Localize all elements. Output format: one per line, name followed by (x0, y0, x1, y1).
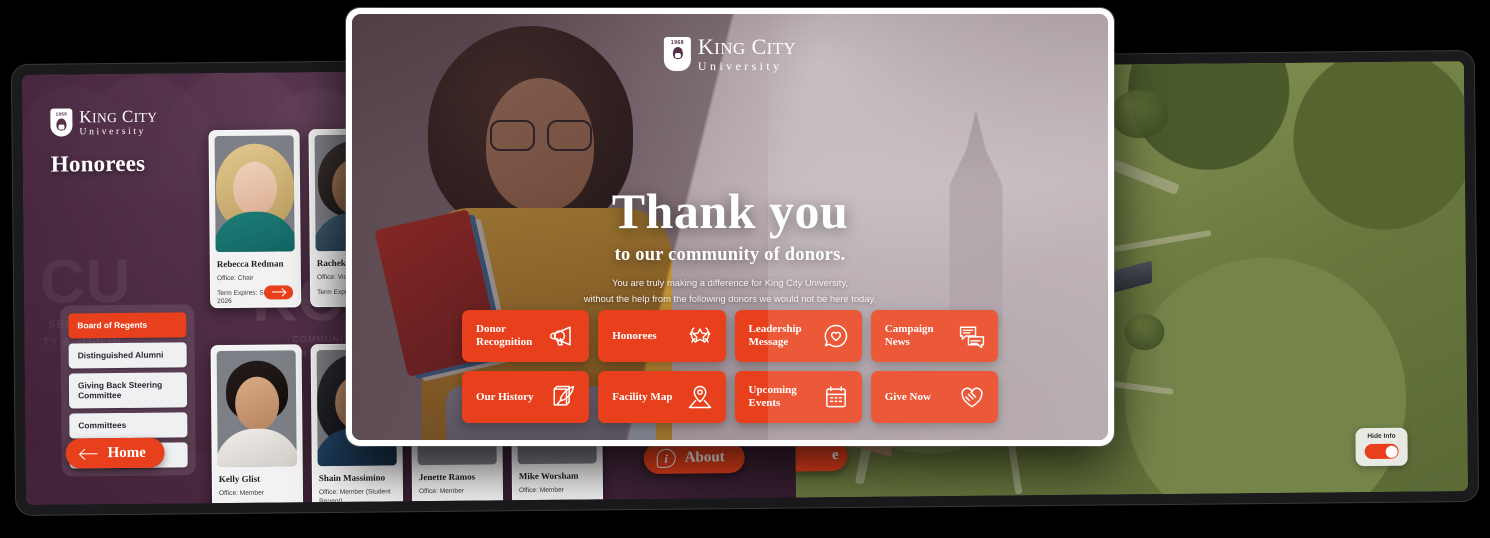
obscured-action-label: e (831, 447, 839, 464)
quill-book-icon (553, 385, 575, 406)
honoree-card[interactable]: Kelly Glist Office: Member Term Expires:… (210, 344, 304, 505)
laurel-star-icon (689, 327, 710, 343)
honorees-brand-logo[interactable]: 1968 KING CITY University (50, 106, 158, 138)
page-title: Honorees (50, 150, 146, 177)
screenshot-stage: CU KC SERVICE DAY TY & JOPLIN COMMUNIT I… (0, 0, 1490, 538)
button-our-history[interactable]: Our History (462, 371, 590, 423)
heart-speech-icon (824, 324, 847, 348)
sidebar-item-distinguished-alumni[interactable]: Distinguished Alumni (68, 342, 187, 368)
honoree-detail-button[interactable] (263, 285, 294, 300)
button-facility-map[interactable]: Facility Map (598, 371, 726, 423)
info-icon: i (656, 448, 676, 468)
toggle-knob (1385, 445, 1398, 458)
honoree-office: Office: Member (Student Regent) (318, 488, 391, 505)
button-label: Honorees (612, 329, 657, 342)
button-label: Upcoming Events (748, 384, 797, 409)
button-honorees[interactable]: Honorees (598, 310, 726, 362)
honoree-name: Shain Massimino (318, 472, 386, 484)
sidebar-item-giving-back-committee[interactable]: Giving Back Steering Committee (68, 371, 188, 409)
modal-heading-block: Thank you to our community of donors. Yo… (352, 186, 1108, 306)
about-button-label: About (684, 449, 725, 466)
shield-crest-icon: 1968 (663, 37, 691, 71)
donor-welcome-screen: 1968 KING CITY University Thank you to o… (352, 14, 1108, 440)
brand-name-line1: KING CITY (79, 106, 158, 127)
button-label: Campaign News (884, 323, 934, 348)
honoree-office: Office: Member (418, 487, 464, 496)
honoree-office: Office: Member (218, 489, 264, 498)
honoree-name: Rebecca Redman (216, 258, 284, 270)
button-label: Facility Map (612, 390, 673, 403)
honoree-term: Term Expires: Sept 30, 2025 (219, 504, 302, 505)
arrow-left-icon (81, 448, 98, 459)
hide-info-toggle[interactable] (1364, 443, 1399, 460)
home-button-label: Home (107, 444, 147, 461)
hide-info-label: Hide Info (1367, 432, 1396, 441)
hide-info-control[interactable]: Hide Info (1355, 427, 1408, 467)
modal-action-grid: Donor Recognition Honorees Leadership Me… (462, 310, 998, 423)
chat-bubbles-icon (959, 326, 985, 349)
honoree-office: Office: Member (518, 486, 564, 495)
brand-name-line2: University (79, 125, 147, 138)
modal-body-line-2: without the help from the following dono… (583, 292, 877, 304)
button-label: Our History (476, 390, 534, 403)
honoree-term: Term Expires: Sept 30, 2026 (419, 502, 502, 505)
modal-brand-logo: 1968 KING CITY University (663, 34, 797, 73)
honoree-term: Term Expires: Sept 30, 2025 (519, 501, 602, 505)
button-leadership-message[interactable]: Leadership Message (734, 310, 862, 362)
crest-year: 1968 (670, 39, 684, 46)
button-donor-recognition[interactable]: Donor Recognition (462, 310, 590, 362)
button-campaign-news[interactable]: Campaign News (870, 310, 998, 362)
honoree-card[interactable]: Rebecca Redman Office: Chair Term Expire… (208, 129, 302, 308)
shield-crest-icon: 1968 (50, 108, 73, 137)
button-label: Donor Recognition (476, 323, 533, 348)
crest-year: 1968 (55, 111, 68, 117)
modal-body-line-1: You are truly making a difference for Ki… (612, 277, 848, 288)
megaphone-icon (550, 326, 571, 346)
brand-name-line1: KING CITY (697, 34, 797, 59)
honoree-name: Kelly Glist (218, 473, 261, 485)
button-label: Give Now (884, 390, 931, 403)
modal-title: Thank you (611, 183, 849, 239)
home-button[interactable]: Home (65, 437, 166, 469)
brand-name-line2: University (697, 59, 783, 73)
honoree-office: Office: Chair (216, 274, 254, 283)
button-label: Leadership Message (748, 323, 802, 348)
modal-subtitle: to our community of donors. (614, 245, 846, 265)
sidebar-item-committees[interactable]: Committees (69, 412, 188, 439)
honoree-name: Jenette Ramos (418, 471, 476, 483)
calendar-icon (825, 386, 846, 408)
donor-welcome-modal-frame: 1968 KING CITY University Thank you to o… (346, 8, 1114, 446)
button-upcoming-events[interactable]: Upcoming Events (734, 371, 862, 423)
about-button[interactable]: i About (643, 442, 745, 474)
map-pin-icon (688, 385, 711, 409)
honoree-photo (216, 350, 297, 468)
handshake-heart-icon (961, 387, 983, 408)
button-give-now[interactable]: Give Now (870, 371, 998, 423)
sidebar-item-board-of-regents[interactable]: Board of Regents (68, 312, 187, 339)
arrow-right-icon (272, 288, 285, 297)
honoree-name: Mike Worsham (518, 470, 579, 482)
honoree-photo (214, 135, 295, 253)
